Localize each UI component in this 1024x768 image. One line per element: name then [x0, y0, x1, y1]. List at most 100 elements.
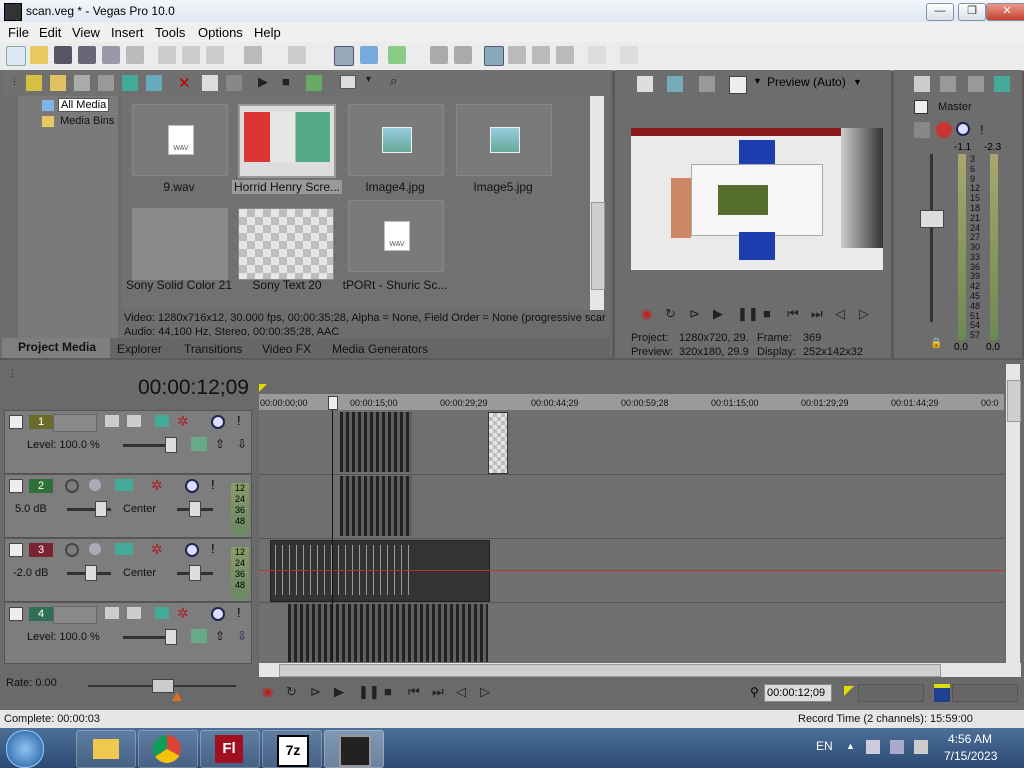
track-header-4[interactable]: 4 ✲ ! Level: 100.0 % ⇧ ⇩	[4, 602, 252, 664]
copy-icon[interactable]	[182, 46, 200, 64]
marker-icon[interactable]: ⚲	[750, 685, 759, 699]
auto-ripple-icon[interactable]	[334, 46, 354, 66]
bypass-icon[interactable]	[155, 415, 169, 427]
solo-icon[interactable]: !	[211, 541, 215, 556]
chrome-taskbar-icon[interactable]	[138, 730, 198, 768]
vegas-taskbar-icon[interactable]	[324, 730, 384, 768]
selection-tool-icon[interactable]	[484, 46, 504, 66]
mute-icon[interactable]	[185, 479, 199, 493]
child-icon[interactable]: ⇩	[237, 437, 247, 451]
mute-icon[interactable]	[956, 122, 970, 136]
solo-icon[interactable]: !	[237, 413, 241, 428]
envelope-tool-icon[interactable]	[454, 46, 472, 64]
properties-icon[interactable]	[126, 46, 144, 64]
split-dropdown-icon[interactable]: ▼	[753, 76, 762, 86]
menu-insert[interactable]: Insert	[111, 25, 144, 40]
motion-icon[interactable]	[127, 607, 141, 619]
network-icon[interactable]	[890, 740, 904, 754]
import-media-icon[interactable]	[26, 75, 42, 91]
arm-record-icon[interactable]	[65, 479, 79, 493]
collapse-icon[interactable]	[9, 543, 23, 557]
stop-icon[interactable]: ■	[384, 684, 392, 699]
playhead[interactable]	[332, 396, 333, 662]
automation-icon[interactable]	[115, 479, 133, 491]
level-slider-knob[interactable]	[165, 437, 177, 453]
timeline-hscroll[interactable]	[259, 663, 1021, 677]
compositing-icon[interactable]	[191, 437, 207, 451]
bypass-icon[interactable]	[155, 607, 169, 619]
new-icon[interactable]	[6, 46, 26, 66]
audio-clip-track3[interactable]	[270, 540, 490, 602]
tab-transitions[interactable]: Transitions	[184, 342, 242, 356]
get-media-icon[interactable]	[74, 75, 90, 91]
start-button[interactable]	[6, 730, 44, 768]
track-name-field[interactable]	[53, 414, 97, 432]
auto-preview-icon[interactable]	[306, 75, 322, 91]
pause-icon[interactable]: ❚❚	[737, 306, 759, 322]
track-name-field[interactable]	[53, 606, 97, 624]
selection-length-field[interactable]	[952, 684, 1018, 702]
media-thumb-image5[interactable]	[456, 104, 552, 176]
tree-media-bins[interactable]: Media Bins	[60, 115, 114, 127]
pan-crop-icon[interactable]	[105, 415, 119, 427]
volume-envelope[interactable]	[259, 570, 1004, 571]
automation-icon[interactable]	[115, 543, 133, 555]
timeline-vscroll[interactable]	[1006, 364, 1021, 664]
tab-media-generators[interactable]: Media Generators	[332, 342, 428, 356]
prev-frame-icon[interactable]: ◁	[456, 684, 466, 700]
media-thumb-wav2[interactable]: WAV	[348, 200, 444, 272]
lock-icon[interactable]: 🔒	[930, 338, 942, 349]
brush-icon[interactable]	[588, 46, 606, 64]
solo-icon[interactable]: !	[211, 477, 215, 492]
track-fx-icon[interactable]: ✲	[177, 413, 189, 430]
pan-slider-knob[interactable]	[189, 501, 201, 517]
go-to-start-icon[interactable]: ⏮	[787, 306, 799, 322]
volume-icon[interactable]	[914, 740, 928, 754]
cut-icon[interactable]	[158, 46, 176, 64]
hscroll-thumb[interactable]	[279, 664, 941, 677]
menu-edit[interactable]: Edit	[39, 25, 61, 40]
bus-icon[interactable]	[994, 76, 1010, 92]
master-fader-knob[interactable]	[920, 210, 944, 228]
redo-icon[interactable]	[288, 46, 306, 64]
collapse-icon[interactable]	[9, 607, 23, 621]
zoom-tool-icon[interactable]	[508, 46, 526, 64]
properties-icon[interactable]	[202, 75, 218, 91]
play-icon[interactable]: ▶	[713, 306, 723, 322]
media-thumb-solid-color[interactable]	[132, 208, 228, 280]
master-fx-icon[interactable]	[936, 122, 952, 138]
save-as-icon[interactable]	[78, 46, 96, 64]
tab-video-fx[interactable]: Video FX	[262, 342, 311, 356]
action-center-icon[interactable]	[866, 740, 880, 754]
automation-icon[interactable]	[914, 122, 930, 138]
record-icon[interactable]: ◉	[641, 306, 652, 322]
menu-options[interactable]: Options	[198, 25, 243, 40]
track-fx-icon[interactable]: ✲	[177, 605, 189, 622]
flash-taskbar-icon[interactable]: Fl	[200, 730, 260, 768]
track-header-2[interactable]: 2 ✲ ! 5.0 dB Center 12 24 36 48	[4, 474, 252, 538]
prev-frame-icon[interactable]: ◁	[835, 306, 845, 322]
track-header-3[interactable]: 3 ✲ ! -2.0 dB Center 12 24 36 48	[4, 538, 252, 602]
menu-tools[interactable]: Tools	[155, 25, 185, 40]
next-frame-icon[interactable]: ▷	[859, 306, 869, 322]
mute-icon[interactable]	[211, 607, 225, 621]
normal-edit-tool-icon[interactable]	[430, 46, 448, 64]
text-clip[interactable]	[488, 412, 508, 474]
menu-help[interactable]: Help	[254, 25, 281, 40]
record-icon[interactable]: ◉	[262, 684, 273, 700]
video-clip[interactable]	[340, 412, 412, 472]
maximize-button[interactable]: ❐	[958, 3, 986, 21]
media-fx-icon[interactable]	[98, 75, 114, 91]
pan-slider-knob[interactable]	[189, 565, 201, 581]
web-icon[interactable]	[122, 75, 138, 91]
tab-explorer[interactable]: Explorer	[117, 342, 162, 356]
downmix-icon[interactable]	[940, 76, 956, 92]
loop-icon[interactable]: ↻	[665, 306, 676, 322]
explorer-taskbar-icon[interactable]	[76, 730, 136, 768]
7zip-taskbar-icon[interactable]: 7z	[262, 730, 322, 768]
rate-slider-knob[interactable]	[152, 679, 174, 693]
trim-tool-icon[interactable]	[532, 46, 550, 64]
open-icon[interactable]	[30, 46, 48, 64]
stop-icon[interactable]: ■	[282, 74, 298, 90]
track-fx-icon[interactable]: ✲	[151, 541, 163, 558]
